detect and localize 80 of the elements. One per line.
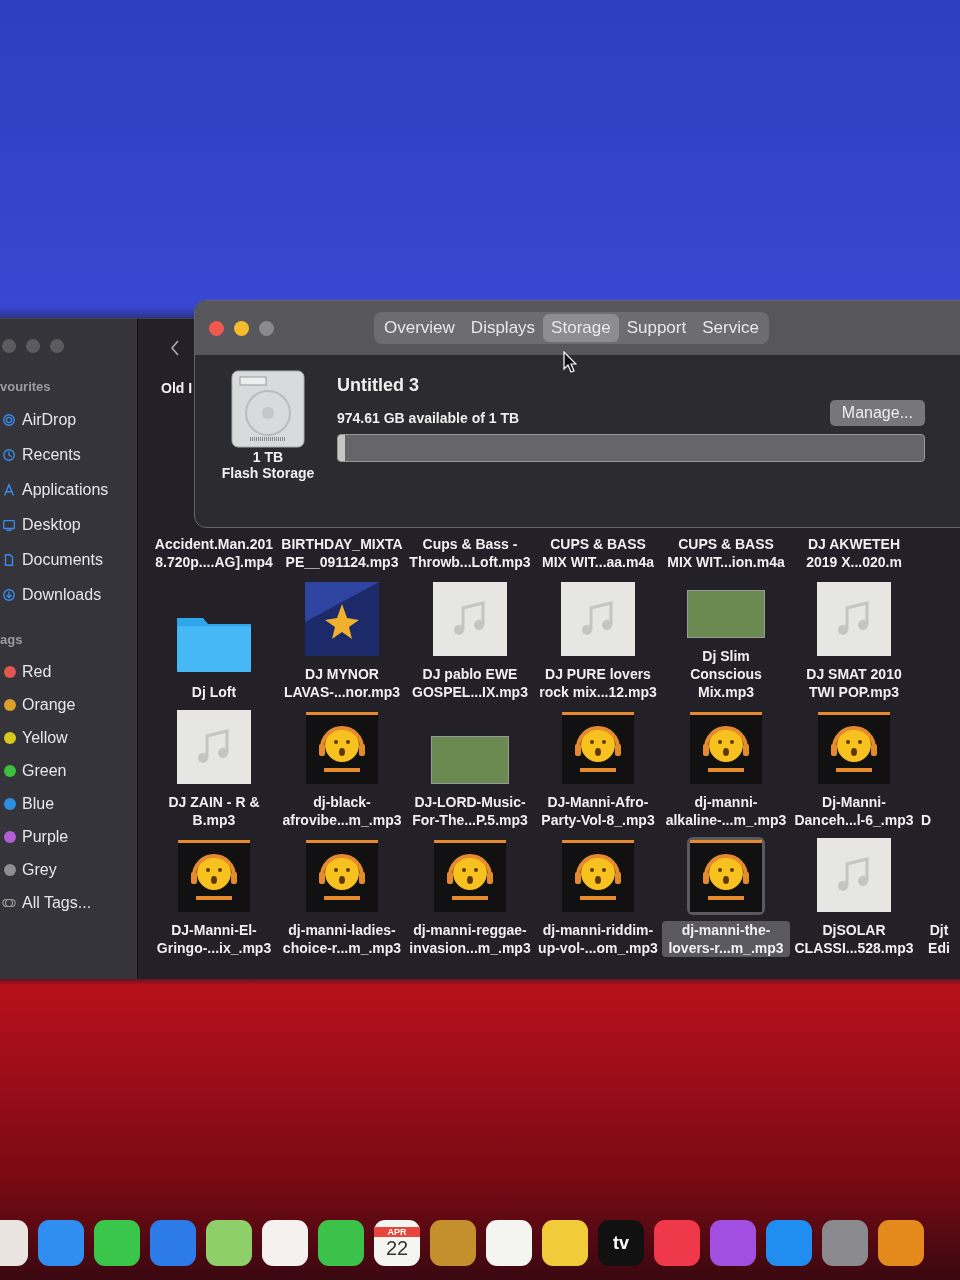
calendar-day: 22 (385, 1236, 409, 1260)
sidebar-item[interactable]: Purple (22, 827, 69, 846)
sidebar-item[interactable]: Blue (22, 794, 55, 813)
sidebar-item[interactable]: All Tags... (22, 893, 92, 912)
volume-name: Untitled 3 (337, 375, 420, 396)
file-name[interactable]: dj-manni-alkaline-...m_.mp3 (662, 793, 790, 829)
airdrop-icon (2, 412, 16, 427)
file-name[interactable]: dj-black-afrovibe...m_.mp3 (278, 793, 406, 829)
sidebar-heading: vourites (0, 379, 52, 394)
document-icon (2, 552, 16, 567)
sidebar-item[interactable]: Red (22, 662, 52, 681)
file-name[interactable]: dj-manni-reggae-invasion...m_.mp3 (406, 921, 534, 957)
headphones-cover-art[interactable] (690, 712, 762, 784)
window-control-dot[interactable] (50, 339, 64, 353)
file-name[interactable]: DJ-Manni-Afro-Party-Vol-8_.mp3 (534, 793, 662, 829)
window-control-dot[interactable] (2, 339, 16, 353)
tv-label: tv (613, 1232, 629, 1254)
file-name[interactable]: Dj Loft (188, 683, 240, 701)
mouse-pointer-icon (563, 351, 577, 373)
file-name[interactable]: CUPS & BASS MIX WIT...aa.m4a (534, 535, 662, 571)
file-name[interactable]: DJ ZAIN - R & B.mp3 (150, 793, 278, 829)
file-name[interactable]: DjSOLAR CLASSI...528.mp3 (790, 921, 918, 957)
tab[interactable]: Displays (462, 314, 544, 342)
file-name[interactable]: DJ-LORD-Music-For-The...P.5.mp3 (406, 793, 534, 829)
file-name[interactable]: DJ AKWETEH 2019 X...020.m (790, 535, 918, 571)
headphones-cover-art[interactable] (562, 840, 634, 912)
file-name[interactable]: dj-manni-the-lovers-r...m_.mp3 (662, 921, 790, 957)
file-name[interactable]: Dj Slim Conscious Mix.mp3 (662, 647, 790, 701)
sidebar-item[interactable]: Yellow (22, 728, 68, 747)
sidebar-item[interactable]: Grey (22, 860, 57, 879)
file-name[interactable]: Djt Edi (918, 921, 960, 957)
download-icon (2, 587, 16, 602)
sidebar-item[interactable]: Green (22, 761, 67, 780)
chevron-left-icon[interactable] (170, 339, 180, 356)
hard-drive-icon (230, 369, 306, 449)
file-name[interactable]: Cups & Bass - Throwb...Loft.mp3 (406, 535, 534, 571)
file-name[interactable]: DJ-Manni-El-Gringo-...ix_.mp3 (150, 921, 278, 957)
sidebar-item[interactable]: AirDrop (22, 410, 77, 429)
calendar-icon[interactable]: APR 22 (374, 1220, 420, 1266)
sidebar-item[interactable]: Desktop (22, 515, 81, 534)
tab[interactable]: Service (694, 314, 767, 342)
sidebar-item[interactable]: Orange (22, 695, 76, 714)
headphones-cover-art[interactable] (178, 840, 250, 912)
file-name[interactable]: DJ SMAT 2010 TWI POP.mp3 (790, 665, 918, 701)
tab[interactable]: Overview (376, 314, 463, 342)
file-name[interactable]: BIRTHDAY_MIXTAPE__091124.mp3 (278, 535, 406, 571)
available-space: 974.61 GB available of 1 TB (337, 410, 520, 426)
minimize-button[interactable] (234, 320, 249, 336)
headphones-cover-art[interactable] (818, 712, 890, 784)
headphones-cover-art[interactable] (306, 840, 378, 912)
tab[interactable]: Support (618, 314, 695, 342)
headphones-cover-art[interactable] (306, 712, 378, 784)
file-name[interactable]: CUPS & BASS MIX WIT...ion.m4a (662, 535, 790, 571)
clock-icon (2, 447, 16, 462)
sidebar-item[interactable]: Documents (22, 550, 103, 569)
file-name[interactable]: DJ PURE lovers rock mix...12.mp3 (534, 665, 662, 701)
sidebar-item[interactable]: Recents (22, 445, 81, 464)
headphones-cover-art[interactable] (434, 840, 506, 912)
file-name[interactable]: DJ pablo EWE GOSPEL...IX.mp3 (406, 665, 534, 701)
headphones-cover-art[interactable] (690, 840, 762, 912)
headphones-cover-art[interactable] (562, 712, 634, 784)
file-name[interactable]: Dj-Manni-Danceh...l-6_.mp3 (790, 793, 918, 829)
file-name: Old I (160, 380, 194, 396)
sidebar-item[interactable]: Downloads (22, 585, 102, 604)
file-name[interactable]: DJ MYNOR LAVAS-...nor.mp3 (278, 665, 406, 701)
file-name[interactable]: dj-manni-ladies-choice-r...m_.mp3 (278, 921, 406, 957)
drive-type: Flash Storage (221, 465, 315, 481)
file-name[interactable]: dj-manni-riddim-up-vol-...om_.mp3 (534, 921, 662, 957)
tv-icon[interactable]: tv (598, 1220, 644, 1266)
file-name[interactable]: D (918, 811, 935, 829)
manage-button[interactable]: Manage... (829, 400, 925, 426)
calendar-month: APR (374, 1226, 420, 1237)
file-name[interactable]: Accident.Man.2018.720p....AG].mp4 (150, 535, 278, 571)
sidebar-heading: ags (0, 632, 24, 647)
sidebar-item[interactable]: Applications (22, 480, 109, 499)
monitor-icon (2, 517, 16, 532)
applications-icon (2, 482, 16, 497)
window-control-dot[interactable] (26, 339, 40, 353)
star-cover-art[interactable] (305, 582, 379, 656)
drive-size: 1 TB (252, 449, 284, 465)
